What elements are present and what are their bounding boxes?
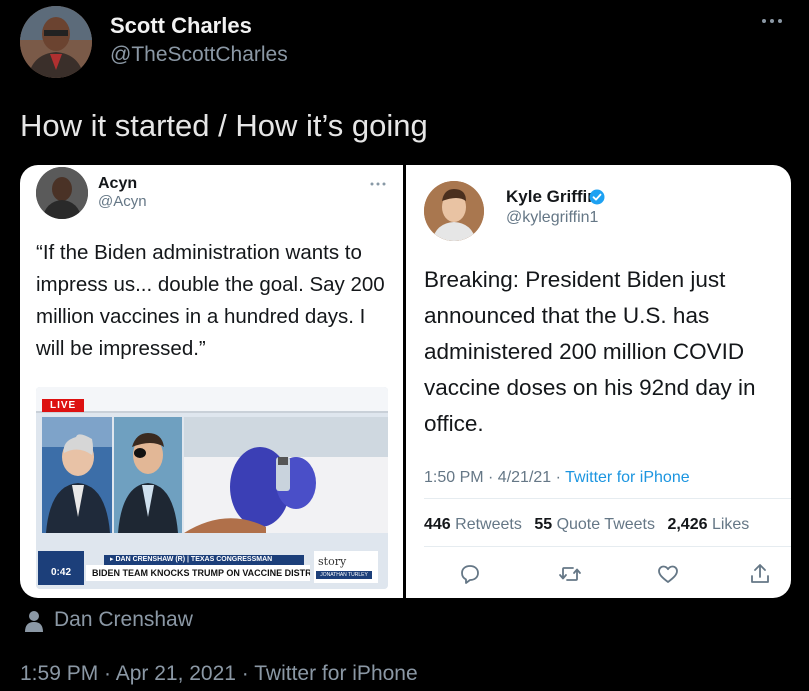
- acyn-name: Acyn: [98, 175, 138, 192]
- quoted-action-bar: [458, 562, 778, 586]
- kyle-griffin-tweet-text: Breaking: President Biden just announced…: [424, 267, 756, 436]
- tweet-text: How it started / How it’s going: [20, 108, 428, 143]
- verified-badge-icon: [589, 189, 605, 205]
- quoted-stats: 446 Retweets 55 Quote Tweets 2,426 Likes: [424, 516, 749, 534]
- divider: [424, 546, 791, 547]
- quote-tweets-count: 55: [534, 516, 553, 533]
- tweet-media[interactable]: Acyn @Acyn “If the Biden administration …: [20, 165, 791, 598]
- story-label: story: [318, 555, 347, 568]
- tweet: Scott Charles @TheScottCharles How it st…: [0, 0, 809, 691]
- likes-label: Likes: [711, 516, 750, 533]
- live-badge: LIVE: [42, 399, 85, 412]
- reply-icon: [458, 562, 482, 586]
- divider: [424, 498, 791, 499]
- story-up-next: JONATHAN TURLEY: [316, 571, 372, 579]
- acyn-avatar: [36, 167, 88, 219]
- like-heart-icon: [656, 562, 680, 586]
- kyle-griffin-handle: @kylegriffin1: [506, 209, 599, 226]
- right-screenshot-card: Kyle Griffin @kylegriffin1 Breaking: Pre…: [406, 165, 791, 598]
- retweets-label: Retweets: [455, 516, 522, 533]
- more-horizontal-icon: [370, 173, 386, 189]
- author-name[interactable]: Scott Charles: [110, 13, 252, 39]
- story-logo: story JONATHAN TURLEY: [314, 551, 378, 583]
- acyn-handle: @Acyn: [98, 193, 147, 210]
- author-handle[interactable]: @TheScottCharles: [110, 43, 288, 67]
- left-screenshot-card: Acyn @Acyn “If the Biden administration …: [20, 165, 403, 598]
- more-options-icon[interactable]: [760, 14, 790, 34]
- share-icon: [748, 562, 772, 586]
- quoted-source: Twitter for iPhone: [565, 469, 690, 486]
- likes-count: 2,426: [667, 516, 708, 533]
- chyron-headline: BIDEN TEAM KNOCKS TRUMP ON VACCINE DISTR…: [86, 565, 310, 581]
- author-avatar[interactable]: [20, 6, 92, 78]
- quoted-timestamp: 1:50 PM · 4/21/21 · Twitter for iPhone: [424, 469, 690, 487]
- quote-tweets-label: Quote Tweets: [556, 516, 655, 533]
- tweet-timestamp[interactable]: 1:59 PM · Apr 21, 2021 · Twitter for iPh…: [20, 662, 418, 686]
- kyle-griffin-avatar: [424, 181, 484, 241]
- retweets-count: 446: [424, 516, 451, 533]
- acyn-tweet-text: “If the Biden administration wants to im…: [36, 241, 385, 360]
- news-video-frame: LIVE 0:42 ▸ DAN CRENSHAW (R) | TEXAS CON…: [36, 387, 388, 589]
- retweet-icon: [558, 562, 582, 586]
- chyron-subtitle: ▸ DAN CRENSHAW (R) | TEXAS CONGRESSMAN: [104, 555, 304, 565]
- fox-logo-clock: 0:42: [38, 551, 84, 585]
- person-icon: [25, 610, 43, 632]
- media-credit[interactable]: Dan Crenshaw: [54, 608, 193, 632]
- kyle-griffin-name: Kyle Griffin: [506, 187, 598, 206]
- quoted-time: 1:50 PM · 4/21/21 ·: [424, 469, 566, 486]
